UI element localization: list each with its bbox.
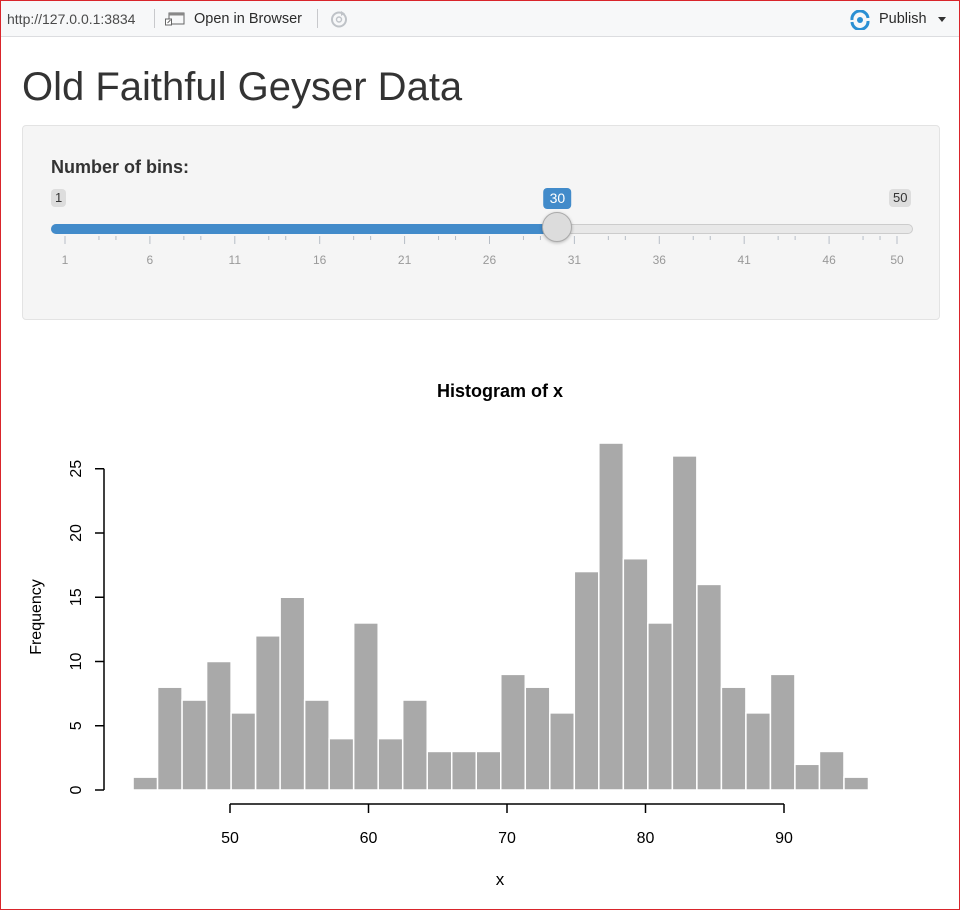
histogram-bars: [132, 442, 870, 791]
url-text: http://127.0.0.1:3834: [7, 11, 136, 27]
histogram-bar: [279, 596, 306, 791]
open-in-browser-icon[interactable]: [165, 12, 185, 26]
chart-title: Histogram of x: [437, 381, 563, 401]
slider-tick-label: 11: [228, 253, 242, 267]
histogram-bar: [230, 712, 257, 791]
slider-min-label: 1: [51, 189, 67, 207]
slider-tick-label: 1: [61, 253, 69, 267]
histogram-bar: [328, 737, 355, 791]
histogram-bar: [352, 622, 379, 791]
bins-slider-handle[interactable]: [542, 212, 573, 242]
histogram-bar: [500, 673, 527, 791]
open-in-browser-button[interactable]: Open in Browser: [194, 11, 302, 27]
chevron-down-icon[interactable]: [938, 17, 946, 22]
y-axis-label: Frequency: [28, 579, 45, 655]
histogram-bar: [745, 712, 772, 791]
page-title: Old Faithful Geyser Data: [22, 65, 463, 109]
slider-tick-label: 21: [397, 253, 412, 267]
slider-tick-label: 16: [313, 253, 327, 267]
histogram-bar: [549, 712, 576, 791]
refresh-icon[interactable]: [329, 9, 349, 29]
x-axis-label: x: [496, 870, 505, 889]
viewer-toolbar: http://127.0.0.1:3834 Open in Browser Pu…: [1, 1, 959, 37]
x-tick-label: 90: [775, 830, 793, 847]
histogram-bar: [475, 750, 502, 791]
histogram-bar: [181, 699, 208, 791]
histogram-bar: [401, 699, 428, 791]
slider-tick-label: 50: [890, 253, 904, 267]
x-tick-label: 70: [498, 830, 516, 847]
slider-tick-label: 31: [567, 253, 582, 267]
histogram-bar: [769, 673, 796, 791]
histogram-bar: [818, 750, 845, 791]
histogram-bar: [426, 750, 453, 791]
histogram-plot: Histogram of x x Frequency 50 60 70 80 90 0 5 1…: [28, 381, 870, 889]
slider-max-label: 50: [889, 189, 912, 207]
histogram-bar: [377, 737, 404, 791]
histogram-bar: [450, 750, 478, 791]
histogram-bar: [598, 442, 625, 791]
x-tick-label: 50: [221, 830, 239, 847]
histogram-bar: [156, 686, 183, 791]
y-tick-label: 25: [68, 460, 85, 478]
slider-tick-label: 26: [482, 253, 497, 267]
histogram-bar: [205, 660, 232, 791]
slider-tick-label: 46: [822, 253, 836, 267]
slider-value-badge: 30: [543, 188, 572, 209]
x-tick-label: 80: [637, 830, 655, 847]
histogram-bar: [720, 686, 747, 791]
y-tick-label: 15: [68, 588, 85, 606]
histogram-bar: [254, 635, 281, 791]
sidebar-panel: Number of bins: 1 50 30 1 6 11 16 21 26 31 36 41…: [22, 125, 940, 320]
slider-tick-label: 6: [146, 253, 154, 267]
histogram-bar: [671, 455, 698, 791]
histogram-bar: [794, 763, 821, 791]
y-tick-label: 5: [68, 721, 85, 730]
x-tick-label: 60: [360, 830, 378, 847]
histogram-bar: [524, 686, 551, 791]
slider-tick-label: 36: [652, 253, 666, 267]
publish-button[interactable]: Publish: [879, 11, 927, 27]
histogram-bar: [573, 570, 600, 791]
histogram-bar: [696, 583, 723, 791]
y-tick-label: 10: [68, 653, 85, 671]
histogram-bar: [843, 776, 870, 791]
toolbar-divider: [317, 9, 318, 28]
slider-fill: [51, 224, 558, 234]
publish-icon[interactable]: [849, 10, 871, 30]
y-tick-label: 20: [68, 524, 85, 542]
histogram-bar: [647, 622, 674, 791]
histogram-bar: [303, 699, 330, 791]
toolbar-divider: [154, 9, 155, 28]
histogram-bar: [622, 557, 649, 791]
histogram-bar: [132, 776, 159, 791]
y-tick-label: 0: [68, 785, 85, 794]
bins-slider-label: Number of bins:: [51, 157, 189, 177]
slider-tick-label: 41: [737, 253, 751, 267]
